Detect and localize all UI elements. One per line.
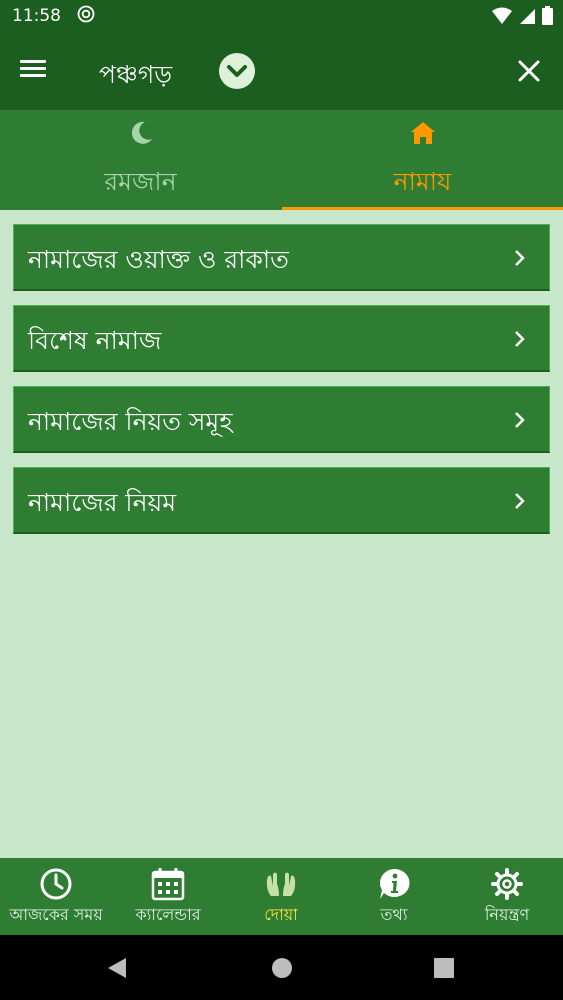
list-item[interactable]: নামাজের ওয়াক্ত ও রাকাত [13,224,550,291]
nav-label: তথ্য [380,905,408,924]
tab-namaz-label: নামায [393,167,452,196]
nav-info[interactable]: তথ্য [338,858,450,935]
nav-label: ক্যালেন্ডার [135,905,201,924]
list-item[interactable]: নামাজের নিয়ত সমূহ [13,386,550,453]
clock-icon [40,868,72,900]
list-item-label: নামাজের নিয়ত সমূহ [28,407,233,436]
nav-calendar[interactable]: ক্যালেন্ডার [112,858,224,935]
menu-icon-line [20,60,46,63]
nav-today-time[interactable]: আজকের সময় [0,858,112,935]
list-item-label: নামাজের ওয়াক্ত ও রাকাত [28,245,289,274]
chevron-right-icon [515,412,525,428]
close-button[interactable] [513,55,545,87]
chevron-right-icon [515,250,525,266]
location-dropdown-button[interactable] [219,53,255,89]
app-bar: পঞ্চগড় [0,33,563,110]
home-circle-icon[interactable] [269,955,295,981]
info-icon [379,868,410,899]
back-icon[interactable] [104,955,130,981]
bottom-navigation: আজকের সময় ক্যালেন্ডার দোয়া তথ্য নিয়ন্… [0,858,563,935]
nav-dua[interactable]: দোয়া [225,858,337,935]
nav-label: দোয়া [264,905,298,924]
namaz-topic-list: নামাজের ওয়াক্ত ও রাকাত বিশেষ নামাজ নামা… [13,224,550,548]
signal-icon [520,8,535,24]
status-time: 11:58 [12,6,61,26]
status-bar: 11:58 [0,0,563,33]
list-item[interactable]: বিশেষ নামাজ [13,305,550,372]
tab-bar: রমজান নামায [0,110,563,210]
gear-icon [491,868,523,900]
chevron-right-icon [515,493,525,509]
nav-label: আজকের সময় [9,905,103,924]
tab-ramadan-label: রমজান [104,167,177,196]
list-item-label: নামাজের নিয়ম [28,488,177,517]
status-icons [492,6,553,25]
nav-settings[interactable]: নিয়ন্ত্রণ [451,858,563,935]
list-item-label: বিশেষ নামাজ [28,326,162,355]
system-navigation-bar [0,935,563,1000]
recents-icon[interactable] [431,955,457,981]
tab-ramadan[interactable]: রমজান [0,110,281,210]
calendar-icon [151,868,185,901]
close-icon [518,60,540,82]
wifi-icon [492,7,512,24]
location-title[interactable]: পঞ্চগড় [99,55,172,98]
nav-label: নিয়ন্ত্রণ [484,905,530,924]
menu-button[interactable] [20,56,56,88]
tab-namaz[interactable]: নামায [282,110,563,210]
moon-icon [131,121,152,144]
menu-icon-line [20,74,46,77]
chevron-right-icon [515,331,525,347]
menu-icon-line [20,67,46,70]
battery-icon [542,6,553,25]
chevron-down-icon [227,65,247,77]
home-icon [410,122,435,144]
praying-hands-icon [266,872,296,896]
active-tab-indicator [282,207,563,210]
list-item[interactable]: নামাজের নিয়ম [13,467,550,534]
at-sign-icon [77,5,95,23]
